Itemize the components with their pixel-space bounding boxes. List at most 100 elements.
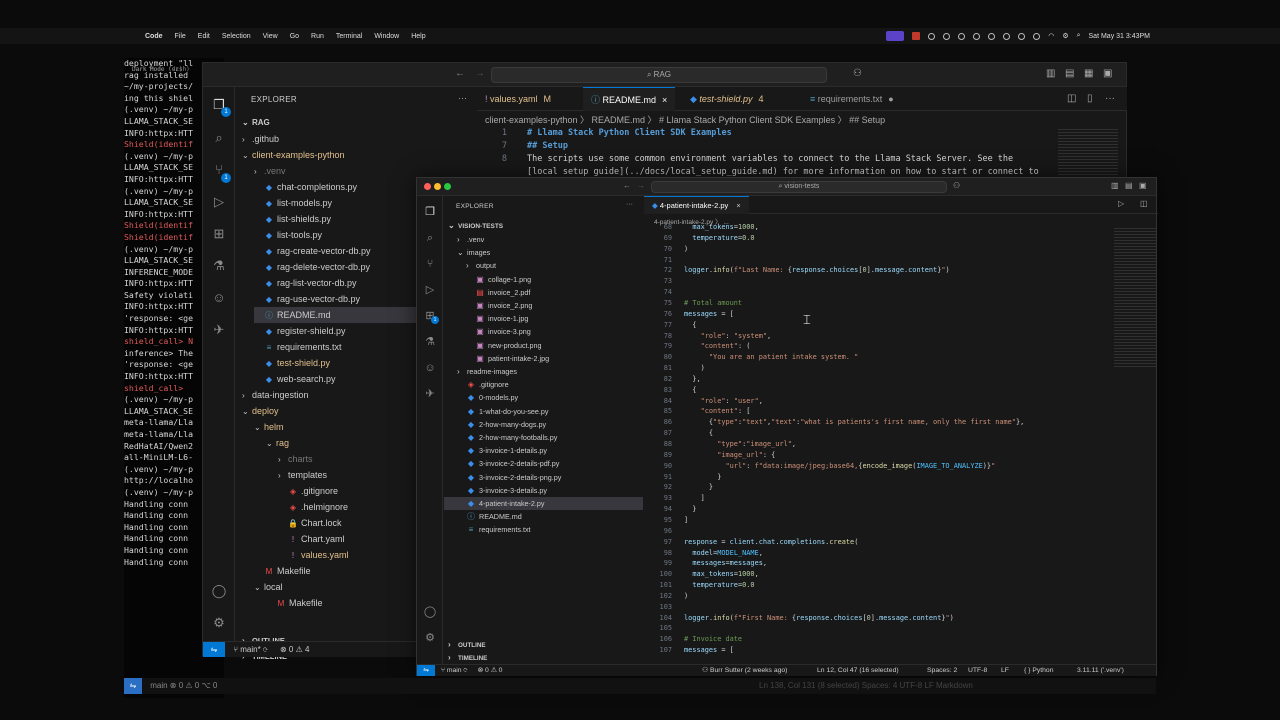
folder-item[interactable]: ⌄ client-examples-python <box>242 147 345 163</box>
command-center-search[interactable]: ⌕ vision-tests <box>651 181 947 193</box>
editor-tab[interactable]: ◆ test-shield.py 4 <box>682 87 771 111</box>
file-item[interactable]: ◆ rag-delete-vector-db.py <box>254 259 370 275</box>
file-item[interactable]: ▣ new-product.png <box>466 339 541 352</box>
editor-tab[interactable]: ⓘ README.md × <box>583 87 676 111</box>
menu-item[interactable]: View <box>263 33 278 40</box>
remote-indicator-icon[interactable]: ⇋ <box>203 642 225 657</box>
python-editor[interactable]: 68 max_tokens=1000, 69 temperature=0.0 70)… <box>644 222 1158 666</box>
file-item[interactable]: ▤ invoice_2.pdf <box>466 286 530 299</box>
folder-item[interactable]: › .venv <box>457 233 484 246</box>
file-item[interactable]: ⓘ README.md <box>457 510 522 523</box>
cursor-position[interactable]: Ln 12, Col 47 (16 selected) <box>817 665 899 676</box>
folder-item[interactable]: ⌄ helm <box>254 419 284 435</box>
menu-item[interactable]: Selection <box>222 33 251 40</box>
close-window-button[interactable] <box>424 183 431 190</box>
folder-item[interactable]: › output <box>466 259 496 272</box>
tab-status-marker[interactable]: ● <box>888 94 893 104</box>
menu-item[interactable]: Run <box>311 33 324 40</box>
remote-indicator-icon[interactable]: ⇋ <box>124 678 142 694</box>
customize-layout-icon[interactable]: ▣ <box>1103 68 1112 79</box>
file-item[interactable]: ≡ requirements.txt <box>254 339 342 355</box>
explorer-root-vision-tests[interactable]: ⌄ VISION-TESTS <box>448 219 503 232</box>
search-icon[interactable]: ⌕ <box>422 230 438 246</box>
manage-gear-icon[interactable]: ⚙ <box>211 615 227 631</box>
tray-icon[interactable] <box>1003 32 1011 40</box>
clock[interactable]: Sat May 31 3:43PM <box>1089 33 1150 40</box>
git-blame-indicator[interactable]: ⚇ Burr Sutter (2 weeks ago) <box>702 665 787 676</box>
control-center-icon[interactable]: ⚙ <box>1062 32 1068 40</box>
folder-item[interactable]: › charts <box>278 451 313 467</box>
testing-icon[interactable]: ⚗ <box>422 334 438 350</box>
folder-item[interactable]: › .github <box>242 131 279 147</box>
problems-indicator[interactable]: ⊗ 0 ⚠ 4 <box>280 645 309 654</box>
close-tab-icon[interactable]: × <box>662 95 667 105</box>
layout-panel-icon[interactable]: ▤ <box>1065 68 1074 79</box>
extensions-icon[interactable]: ⊞ <box>211 226 227 242</box>
account-icon[interactable]: ◯ <box>422 604 438 620</box>
back-arrow-icon[interactable]: ← <box>455 68 465 79</box>
file-item[interactable]: ◆ rag-use-vector-db.py <box>254 291 360 307</box>
encoding-indicator[interactable]: UTF-8 <box>968 665 987 676</box>
wifi-icon[interactable]: ◠ <box>1048 32 1054 40</box>
back-arrow-icon[interactable]: ← <box>623 181 631 190</box>
branch-indicator[interactable]: ⑂ main* ⟳ <box>233 645 268 654</box>
file-item[interactable]: ◆ list-tools.py <box>254 227 322 243</box>
menu-item[interactable]: Help <box>411 33 425 40</box>
menu-item[interactable]: Edit <box>198 33 210 40</box>
forward-arrow-icon[interactable]: → <box>637 181 645 190</box>
branch-indicator[interactable]: main ⊗ 0 ⚠ 0 ⌥ 0 <box>150 681 217 690</box>
file-item[interactable]: ◆ list-models.py <box>254 195 332 211</box>
file-item[interactable]: ▣ invoice-3.png <box>466 325 531 338</box>
minimize-window-button[interactable] <box>434 183 441 190</box>
copilot-icon[interactable]: ☺ <box>422 360 438 376</box>
file-item[interactable]: ▣ invoice-1.jpg <box>466 312 528 325</box>
folder-item[interactable]: ⌄ local <box>254 579 283 595</box>
timeline-section[interactable]: ›TIMELINE <box>448 651 487 664</box>
command-center-search[interactable]: ⌕ RAG <box>491 67 827 83</box>
folder-item[interactable]: › templates <box>278 467 327 483</box>
file-item[interactable]: ! Chart.yaml <box>278 531 345 547</box>
tray-icon[interactable] <box>928 32 936 40</box>
menu-item[interactable]: Terminal <box>336 33 362 40</box>
run-debug-icon[interactable]: ▷ <box>211 194 227 210</box>
file-item[interactable]: ! values.yaml <box>278 547 349 563</box>
tray-icon[interactable] <box>1018 32 1026 40</box>
more-actions-icon[interactable]: ··· <box>458 93 467 103</box>
search-icon[interactable]: ⌕ <box>1077 32 1081 40</box>
remote-explorer-icon[interactable]: ✈ <box>422 386 438 402</box>
file-item[interactable]: ◆ 3-invoice-2-details-pdf.py <box>457 457 559 470</box>
tray-icon[interactable] <box>943 32 951 40</box>
file-item[interactable]: M Makefile <box>254 563 311 579</box>
branch-indicator[interactable]: ⑂ main ⟳ <box>441 667 468 674</box>
copilot-icon[interactable]: ⚇ <box>853 68 862 79</box>
folder-item[interactable]: › readme-images <box>457 365 517 378</box>
file-item[interactable]: ◆ list-shields.py <box>254 211 331 227</box>
minimap[interactable] <box>1058 129 1118 179</box>
close-tab-icon[interactable]: × <box>736 201 740 210</box>
account-icon[interactable]: ◯ <box>211 583 227 599</box>
menu-item[interactable]: Window <box>374 33 399 40</box>
tray-icon[interactable] <box>973 32 981 40</box>
search-icon[interactable]: ⌕ <box>211 130 227 146</box>
file-item[interactable]: ◆ register-shield.py <box>254 323 346 339</box>
explorer-icon[interactable]: ❐ <box>422 204 438 220</box>
app-menu[interactable]: Code <box>145 33 163 40</box>
remote-indicator-icon[interactable]: ⇋ <box>417 665 435 676</box>
screen-record-icon[interactable] <box>886 31 905 41</box>
file-item[interactable]: ◆ 2-how-many-dogs.py <box>457 418 546 431</box>
file-item[interactable]: ▣ collage-1.png <box>466 273 531 286</box>
record-icon[interactable] <box>912 32 921 40</box>
layout-secondary-icon[interactable]: ▦ <box>1084 68 1093 79</box>
indentation-indicator[interactable]: Spaces: 2 <box>927 665 957 676</box>
file-item[interactable]: ◆ 2-how-many-footballs.py <box>457 431 557 444</box>
remote-explorer-icon[interactable]: ✈ <box>211 322 227 338</box>
tab-4-patient-intake-2[interactable]: ◆ 4-patient-intake-2.py × <box>644 196 749 214</box>
folder-item[interactable]: ⌄ deploy <box>242 403 279 419</box>
file-item[interactable]: ◆ 4-patient-intake-2.py <box>444 497 643 510</box>
run-python-icon[interactable]: ▷ <box>1118 199 1124 208</box>
folder-item[interactable]: › data-ingestion <box>242 387 309 403</box>
tray-icon[interactable] <box>958 32 966 40</box>
testing-icon[interactable]: ⚗ <box>211 258 227 274</box>
menu-item[interactable]: File <box>175 33 186 40</box>
editor-tab[interactable]: ! values.yaml M <box>477 87 559 111</box>
